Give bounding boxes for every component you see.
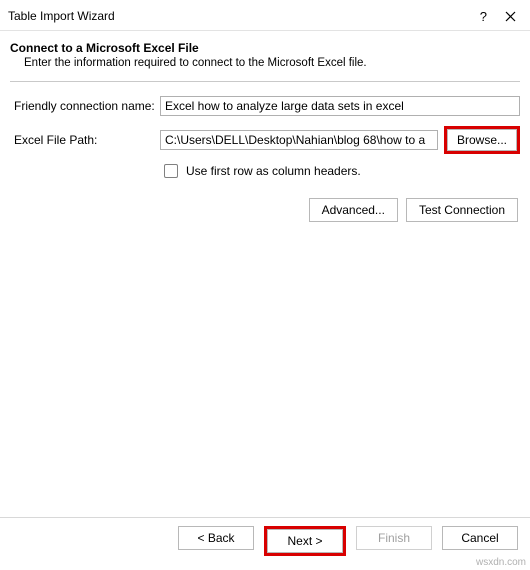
file-path-label: Excel File Path:: [10, 133, 160, 147]
browse-button[interactable]: Browse...: [447, 129, 517, 151]
friendly-name-label: Friendly connection name:: [10, 99, 160, 113]
advanced-row: Advanced... Test Connection: [10, 198, 520, 222]
file-path-input[interactable]: [160, 130, 438, 150]
titlebar-controls: ?: [480, 9, 522, 24]
watermark: wsxdn.com: [476, 557, 526, 568]
friendly-name-row: Friendly connection name:: [10, 96, 520, 116]
next-highlight: Next >: [264, 526, 346, 556]
next-button[interactable]: Next >: [267, 529, 343, 553]
first-row-checkbox-row: Use first row as column headers.: [164, 164, 520, 178]
finish-button: Finish: [356, 526, 432, 550]
close-icon: [505, 11, 516, 22]
window-title: Table Import Wizard: [8, 9, 115, 23]
advanced-button[interactable]: Advanced...: [309, 198, 398, 222]
footer-divider: [0, 517, 530, 518]
friendly-name-input[interactable]: [160, 96, 520, 116]
file-path-row: Excel File Path: Browse...: [10, 126, 520, 154]
cancel-button[interactable]: Cancel: [442, 526, 518, 550]
help-button[interactable]: ?: [480, 9, 487, 24]
page-subtext: Enter the information required to connec…: [10, 57, 520, 69]
dialog-content: Connect to a Microsoft Excel File Enter …: [0, 31, 530, 222]
first-row-checkbox[interactable]: [164, 164, 178, 178]
page-heading: Connect to a Microsoft Excel File: [10, 37, 520, 57]
close-button[interactable]: [505, 11, 516, 22]
title-bar: Table Import Wizard ?: [0, 0, 530, 30]
browse-highlight: Browse...: [444, 126, 520, 154]
back-button[interactable]: < Back: [178, 526, 254, 550]
first-row-label: Use first row as column headers.: [186, 164, 361, 178]
wizard-footer: < Back Next > Finish Cancel: [0, 526, 530, 556]
header-separator: [10, 81, 520, 82]
test-connection-button[interactable]: Test Connection: [406, 198, 518, 222]
